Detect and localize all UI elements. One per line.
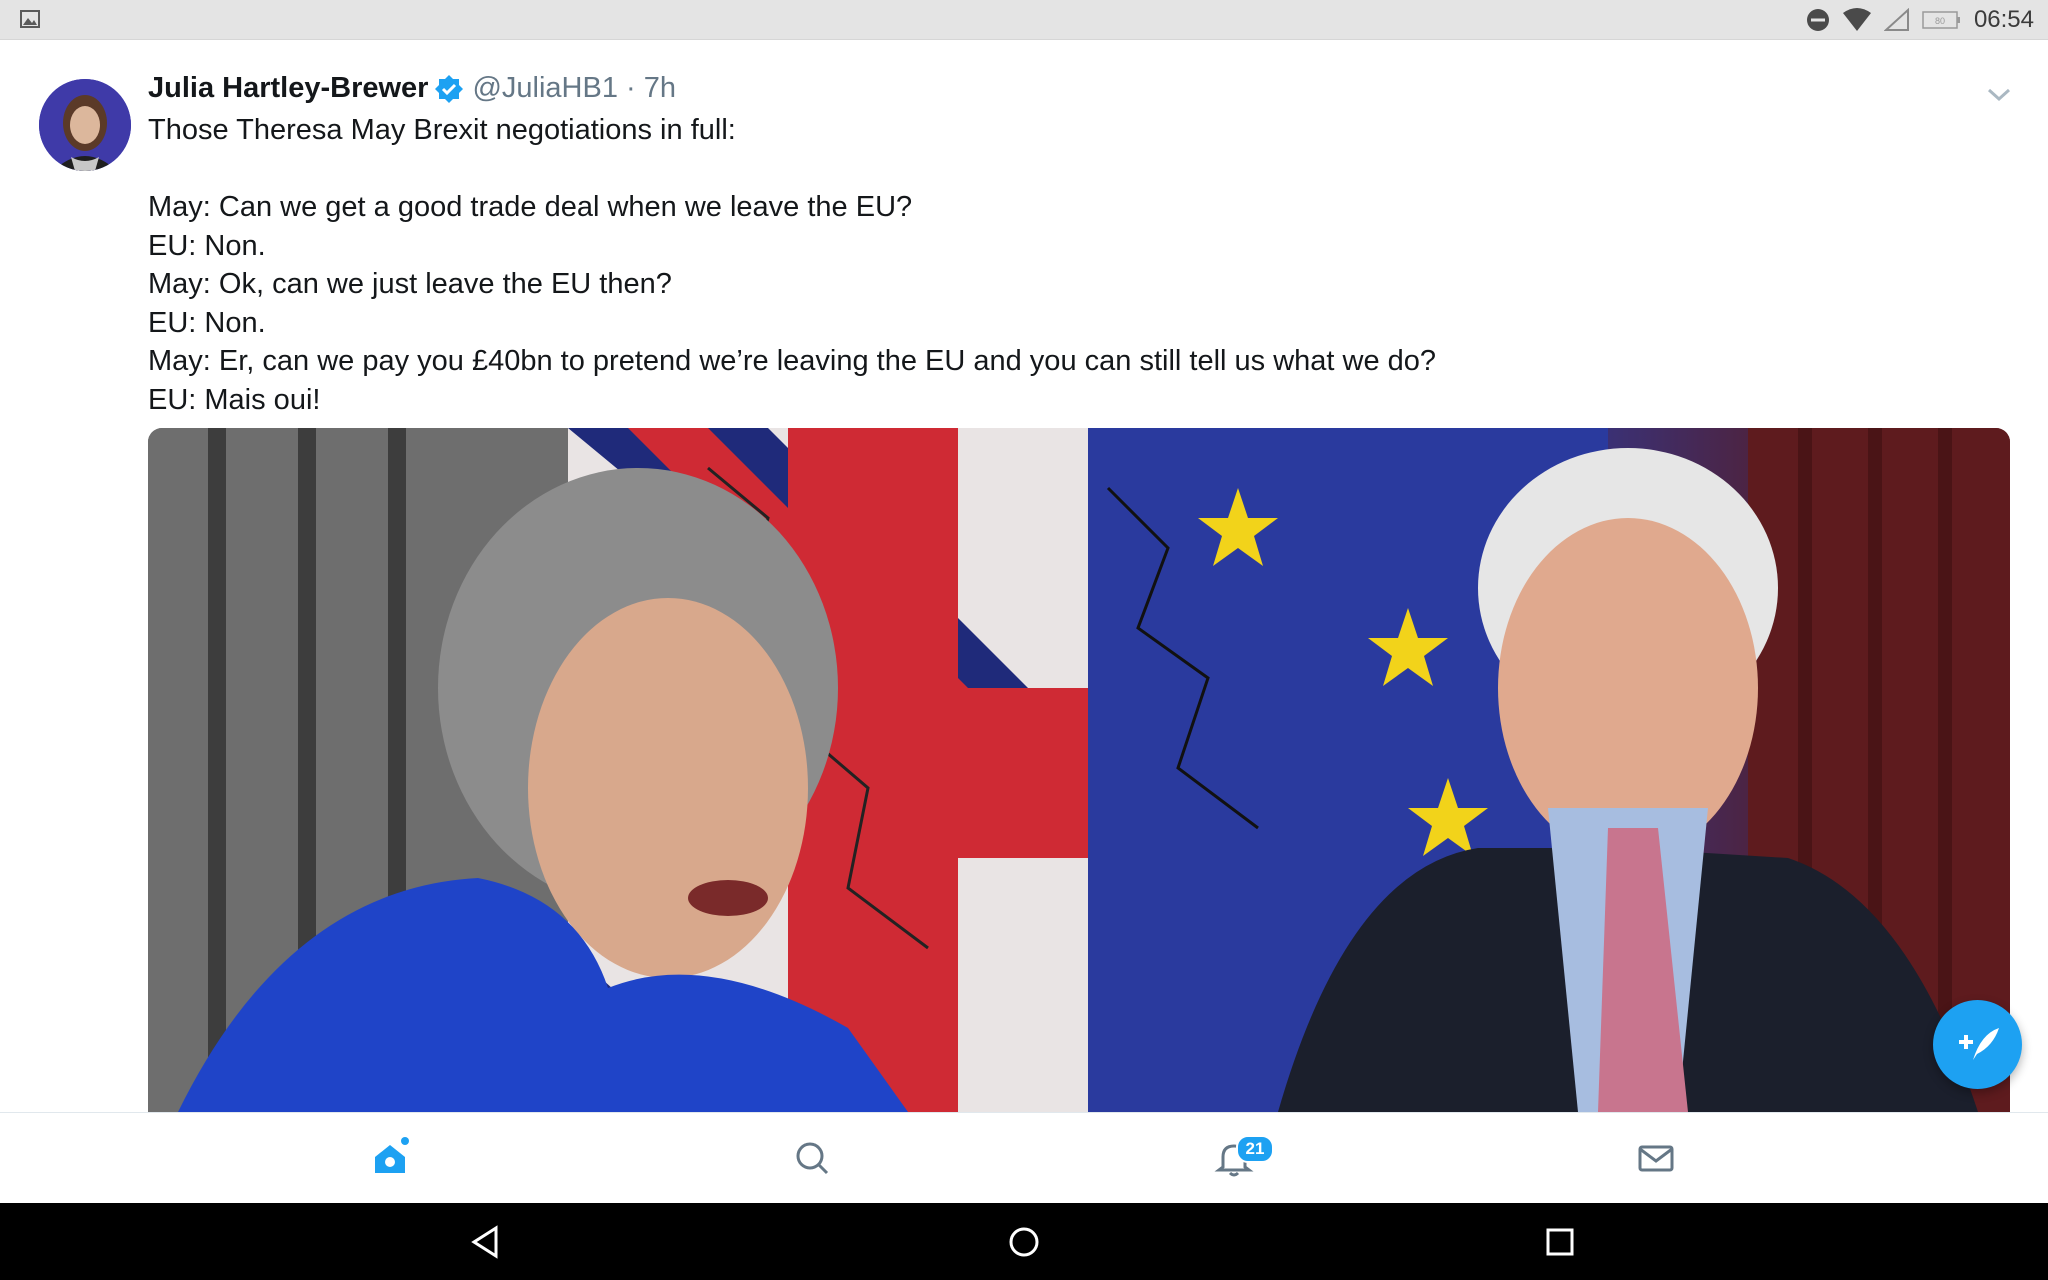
tweet-text-line: May: Er, can we pay you £40bn to pretend…: [148, 345, 1437, 377]
feather-plus-icon: [1959, 1028, 1999, 1060]
home-icon: [375, 1137, 409, 1173]
recents-button[interactable]: [1500, 1203, 1620, 1280]
back-button[interactable]: [426, 1203, 546, 1280]
tab-search[interactable]: [712, 1113, 912, 1203]
recents-icon: [1546, 1228, 1574, 1255]
back-icon: [471, 1224, 498, 1259]
home-button[interactable]: [964, 1203, 1084, 1280]
tab-home[interactable]: [290, 1113, 490, 1203]
notifications-badge: 21: [1236, 1135, 1274, 1163]
tweet-text-line: [148, 150, 1436, 189]
tweet-media-image[interactable]: [148, 428, 2010, 1112]
tweet-text-line: EU: Non.: [148, 306, 266, 339]
gallery-icon: [20, 10, 40, 28]
search-icon: [796, 1142, 829, 1175]
do-not-disturb-icon: [1806, 8, 1829, 31]
tweet-text-line: EU: Non.: [148, 229, 266, 262]
verified-badge-icon: [435, 74, 464, 103]
tweet-text: Those Theresa May Brexit negotiations in…: [148, 111, 1436, 419]
compose-tweet-button[interactable]: [1933, 1000, 2022, 1089]
author-handle-time[interactable]: @JuliaHB1 · 7h: [472, 72, 676, 105]
status-bar: 80 06:54: [0, 0, 2048, 40]
cell-signal-icon: [1883, 7, 1909, 31]
tweet-text-line: May: Can we get a good trade deal when w…: [148, 191, 913, 223]
system-navigation-bar: [0, 1203, 2048, 1280]
tab-messages[interactable]: [1556, 1113, 1756, 1203]
home-circle-icon: [1009, 1227, 1039, 1256]
wifi-icon: [1842, 7, 1871, 31]
tweet-text-line: Those Theresa May Brexit negotiations in…: [148, 114, 736, 146]
mail-icon: [1638, 1145, 1674, 1172]
chevron-down-icon[interactable]: [1986, 86, 2012, 104]
tweet[interactable]: Julia Hartley-Brewer @JuliaHB1 · 7h Thos…: [0, 52, 2048, 1112]
bottom-navigation: 21: [0, 1112, 2048, 1203]
battery-icon: 80: [1922, 10, 1960, 29]
author-name[interactable]: Julia Hartley-Brewer: [148, 72, 428, 105]
tweet-header: Julia Hartley-Brewer @JuliaHB1 · 7h: [148, 72, 676, 105]
avatar[interactable]: [39, 79, 131, 171]
tweet-text-line: EU: Mais oui!: [148, 383, 321, 416]
tab-notifications[interactable]: 21: [1134, 1113, 1334, 1203]
clock: 06:54: [1973, 5, 2034, 33]
battery-level: 80: [1935, 16, 1945, 26]
tweet-text-line: May: Ok, can we just leave the EU then?: [148, 268, 672, 300]
